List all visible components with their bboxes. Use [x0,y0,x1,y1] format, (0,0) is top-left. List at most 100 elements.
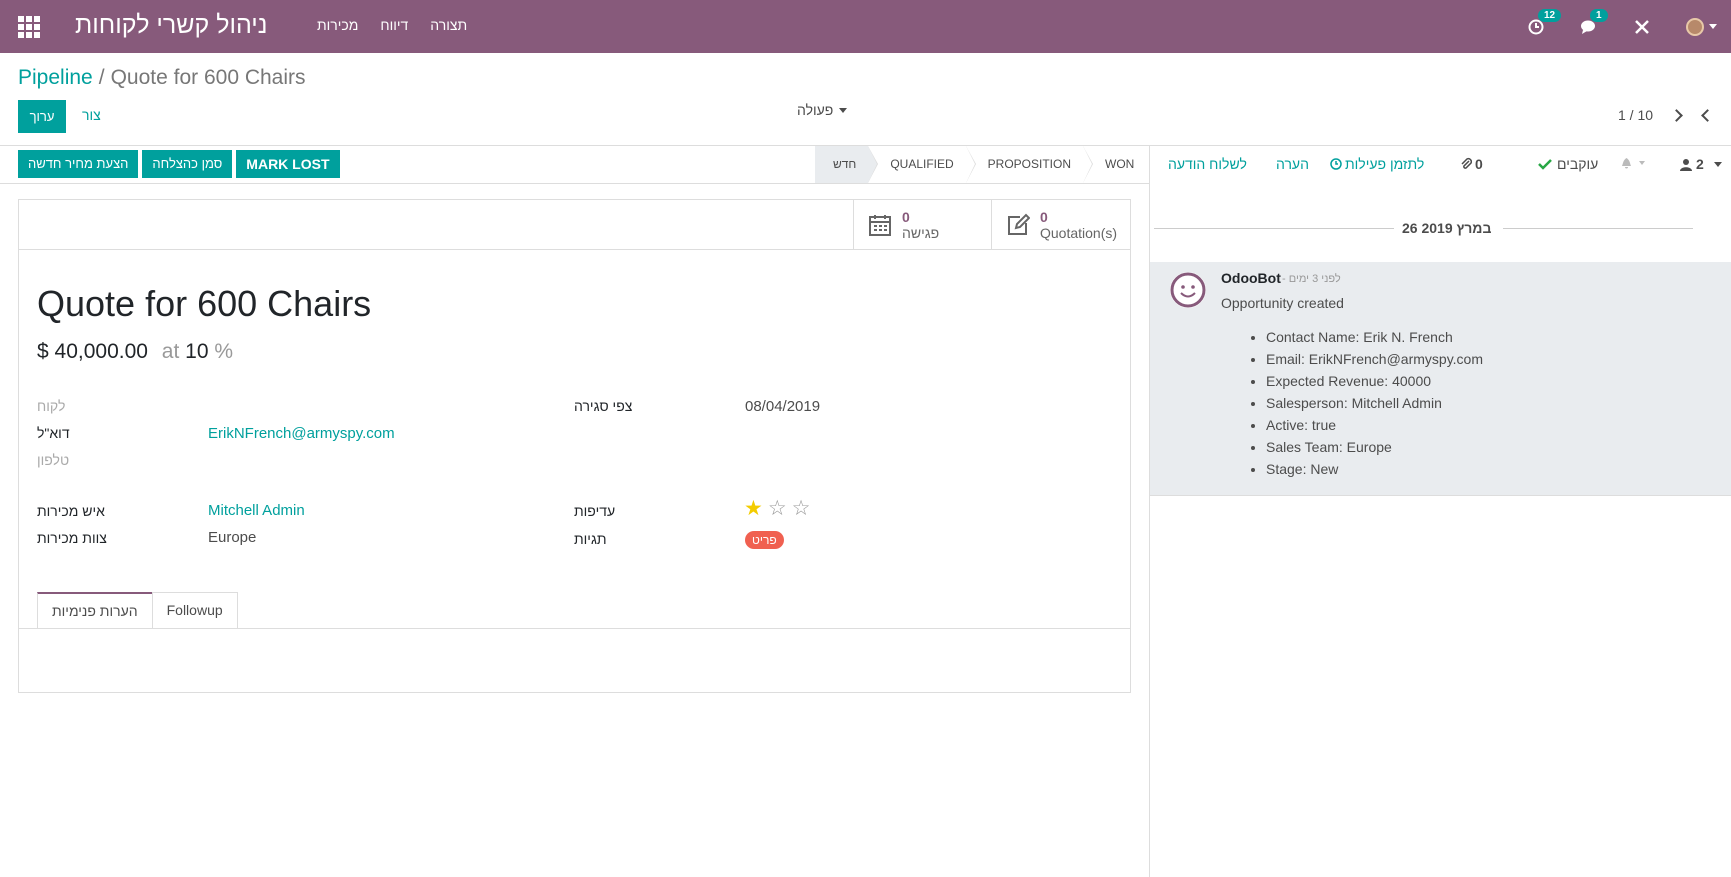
debug-menu[interactable] [1634,19,1650,35]
quotations-label: Quotation(s) [1040,224,1118,241]
action-dropdown[interactable]: פעולה [797,102,848,118]
check-icon [1538,159,1552,170]
followers-count: 2 [1696,156,1704,172]
quotations-count: 0 [1040,208,1048,225]
at-label: at [161,340,180,363]
tab-followup[interactable]: Followup [151,592,238,628]
odoobot-avatar [1170,272,1206,308]
expected-closing-label: צפי סגירה [574,398,633,414]
systray: 12 1 [1528,0,1731,53]
caret-down-icon [1713,161,1722,167]
stage-pipeline: חדש QUALIFIED PROPOSITION WON [815,146,1146,183]
chatter-divider [1149,145,1150,877]
chevron-right-icon [1670,109,1683,122]
pager-previous-button[interactable] [1701,107,1714,122]
customer-label: לקוח [37,398,66,414]
menu-configuration[interactable]: תצורה [430,17,467,33]
opportunity-title[interactable]: Quote for 600 Chairs [37,283,371,325]
stage-proposition-label: PROPOSITION [987,157,1072,171]
expected-revenue-line: $ 40,000.00 at 10 % [37,340,233,364]
schedule-activity-label: לתזמן פעילות [1345,156,1425,172]
user-menu[interactable] [1686,17,1717,36]
star-empty-icon[interactable]: ☆ [768,498,787,519]
messaging-menu[interactable]: 1 [1580,8,1608,35]
send-message-button[interactable]: לשלוח הודעה [1168,156,1247,172]
star-empty-icon[interactable]: ☆ [792,498,811,519]
mark-won-button[interactable]: סמן כהצלחה [142,150,233,178]
list-item: Stage: New [1266,458,1483,480]
header-buttons: הצעת מחיר חדשה סמן כהצלחה MARK LOST [18,150,340,178]
message-body: Opportunity created [1221,295,1344,311]
date-separator-label: 26 במרץ 2019 [1402,220,1492,236]
action-label: פעולה [797,102,834,118]
stage-proposition[interactable]: PROPOSITION [966,146,1094,183]
caret-down-icon [1639,161,1645,165]
main-menu: מכירות דיווח תצורה [317,17,467,33]
list-item: Email: ErikNFrench@armyspy.com [1266,348,1483,370]
log-note-button[interactable]: הערה [1276,156,1309,172]
menu-sales[interactable]: מכירות [317,17,358,33]
bell-icon [1622,158,1631,169]
sales-team-value[interactable]: Europe [208,529,256,546]
expected-revenue[interactable]: $ 40,000.00 [37,340,148,363]
tracking-values-list: Contact Name: Erik N. French Email: Erik… [1266,326,1483,480]
list-item: Expected Revenue: 40000 [1266,370,1483,392]
caret-down-icon [839,107,848,113]
stage-won-label: WON [1105,157,1135,171]
percent-label: % [214,340,234,363]
chevron-left-icon [1701,109,1714,122]
salesperson-value[interactable]: Mitchell Admin [208,502,305,519]
probability[interactable]: 10 [185,340,208,363]
schedule-activity-button[interactable]: לתזמן פעילות [1330,156,1424,172]
pager-next-button[interactable] [1670,107,1683,122]
tag-badge[interactable]: פריט [745,531,784,549]
activity-menu[interactable]: 12 [1528,8,1562,35]
user-icon [1680,158,1692,171]
notebook-tabs: הערות פנימיות Followup [37,592,238,628]
expected-closing-value[interactable]: 08/04/2019 [745,398,820,415]
new-quotation-button[interactable]: הצעת מחיר חדשה [18,150,139,178]
star-filled-icon[interactable]: ★ [744,498,763,519]
app-title: ניהול קשרי לקוחות [75,11,268,39]
edit-button[interactable]: ערוך [18,100,66,133]
breadcrumb-pipeline[interactable]: Pipeline [18,66,93,89]
meetings-smart-button[interactable]: 0 פגישה [853,200,991,249]
stage-new-label: חדש [833,157,857,171]
quotations-smart-button[interactable]: 0 Quotation(s) [991,200,1130,249]
tab-internal-notes[interactable]: הערות פנימיות [37,592,153,628]
email-value[interactable]: ErikNFrench@armyspy.com [208,425,395,442]
pager-value[interactable]: 1 / 10 [1618,107,1653,123]
form-statusbar: הצעת מחיר חדשה סמן כהצלחה MARK LOST חדש … [0,146,1149,184]
priority-label: עדיפות [574,503,616,519]
stage-new[interactable]: חדש [815,146,879,183]
pencil-square-icon [1008,213,1030,235]
user-avatar [1686,17,1704,36]
messages-badge: 1 [1590,8,1608,22]
form-sheet: 0 פגישה 0 Quotation(s) Quote for 600 Cha… [18,199,1131,693]
stage-qualified[interactable]: QUALIFIED [868,146,976,183]
chevron-down-icon [1709,24,1717,29]
separator-line-right [1503,228,1693,229]
attachments-button[interactable]: 0 [1460,156,1483,172]
list-item: Active: true [1266,414,1483,436]
mark-lost-button[interactable]: MARK LOST [236,150,340,178]
menu-reporting[interactable]: דיווח [380,17,408,33]
tools-icon [1635,19,1649,34]
meetings-count: 0 [902,208,910,225]
attachments-count: 0 [1475,156,1483,172]
tabs-divider [19,628,1130,629]
list-item: Contact Name: Erik N. French [1266,326,1483,348]
email-label: דוא"ל [37,425,70,441]
message-author[interactable]: OdooBot [1221,270,1281,286]
list-item: Salesperson: Mitchell Admin [1266,392,1483,414]
followers-dropdown[interactable]: 2 [1680,156,1722,172]
apps-grid-icon[interactable] [18,16,40,38]
create-button[interactable]: צור [82,107,101,123]
tags-label: תגיות [574,531,607,547]
date-separator: 26 במרץ 2019 [1150,218,1731,238]
notification-dropdown[interactable] [1620,156,1645,170]
breadcrumb-separator: / [98,66,105,89]
follow-button[interactable]: עוקבים [1538,156,1598,172]
stage-qualified-label: QUALIFIED [890,157,954,171]
meetings-label: פגישה [902,224,940,241]
